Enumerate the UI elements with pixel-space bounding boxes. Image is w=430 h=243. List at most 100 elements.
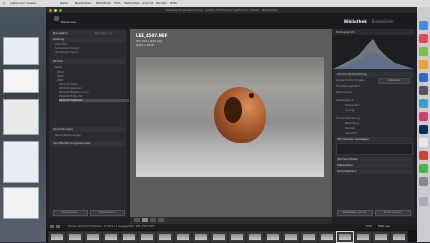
app-icon[interactable] xyxy=(419,73,428,82)
grid-icon[interactable] xyxy=(56,225,60,228)
nav-opt-1to1[interactable]: 1:1 xyxy=(108,32,112,35)
lightroom-logo-icon xyxy=(54,16,59,21)
filmstrip-thumbnail[interactable] xyxy=(264,231,282,243)
menubar-item-photo[interactable]: Foto xyxy=(114,0,120,7)
close-window-icon[interactable] xyxy=(49,8,52,12)
menubar-item-window[interactable]: Fenster xyxy=(156,0,167,7)
catalog-item[interactable]: Vorheriger Import xyxy=(55,51,125,54)
menubar-item-library[interactable]: Bibliothek xyxy=(96,0,111,7)
keyword-list-header[interactable]: Stichwortliste xyxy=(335,157,412,162)
zoom-window-icon[interactable] xyxy=(59,8,62,12)
menubar-item-file[interactable]: Datei xyxy=(60,0,68,7)
folder-item[interactable]: 2022-03 Edite 3p7 xyxy=(59,95,129,98)
filmstrip-thumbnail[interactable] xyxy=(84,231,102,243)
folder-item[interactable]: 2019 xyxy=(57,71,127,74)
collections-header[interactable]: Sammlungen xyxy=(51,127,125,132)
catalog-header[interactable]: Katalog xyxy=(51,37,125,42)
catalog-item[interactable]: Alle Fotos xyxy=(55,43,125,46)
filmstrip-thumbnail[interactable] xyxy=(156,231,174,243)
folders-header[interactable]: Ordner xyxy=(51,59,125,64)
keywording-header[interactable]: Stichwörter festlegen xyxy=(335,137,412,142)
folder-item[interactable]: 2021 xyxy=(57,79,127,82)
app-icon[interactable] xyxy=(419,34,428,43)
filmstrip-thumbnail[interactable] xyxy=(120,231,138,243)
app-icon[interactable] xyxy=(419,138,428,147)
filmstrip-thumbnail[interactable] xyxy=(138,231,156,243)
nav-opt-fit[interactable]: Einp. xyxy=(95,32,101,35)
stage-window-thumb[interactable] xyxy=(3,37,39,65)
filmstrip-thumbnail[interactable] xyxy=(282,231,300,243)
folder-item[interactable]: 2020 xyxy=(57,75,127,78)
comments-header[interactable]: Kommentare xyxy=(335,169,412,174)
folder-item[interactable]: 2022-02 Pipeline Drive xyxy=(59,91,129,94)
toolbar xyxy=(130,217,332,224)
app-icon[interactable] xyxy=(419,177,428,186)
keywording-label: Stichwörter festlegen xyxy=(337,137,370,141)
folder-item[interactable]: NASA xyxy=(55,66,125,69)
navigator-header[interactable]: Navigator xyxy=(51,31,125,36)
menubar-item-view[interactable]: Ansicht xyxy=(142,0,153,7)
folder-item[interactable]: 2022-01 Jaanborn xyxy=(59,87,129,90)
ball-small-hole xyxy=(249,93,254,98)
export-button[interactable]: Exportieren... xyxy=(90,210,125,216)
menubar-item-edit[interactable]: Bearbeiten xyxy=(75,0,91,7)
filmstrip-thumbnail[interactable] xyxy=(174,231,192,243)
minimize-window-icon[interactable] xyxy=(54,8,57,12)
stage-window-thumb[interactable] xyxy=(3,99,39,135)
catalog-item[interactable]: Schnellsammlung + xyxy=(55,47,125,50)
apple-menu-icon[interactable]:  xyxy=(3,0,5,7)
stage-window-thumb[interactable] xyxy=(3,187,39,219)
app-icon[interactable] xyxy=(419,112,428,121)
filmstrip-thumbnail[interactable] xyxy=(210,231,228,243)
qd-row: Temperatur xyxy=(345,104,360,107)
stage-window-thumb[interactable] xyxy=(3,141,39,183)
filmstrip-thumbnail[interactable] xyxy=(48,231,66,243)
quick-develop-header[interactable]: Ad-hoc-Entwicklung xyxy=(335,72,412,77)
keyword-field[interactable] xyxy=(336,143,413,155)
main-photo[interactable] xyxy=(136,57,324,177)
app-icon[interactable] xyxy=(419,86,428,95)
compare-view-icon[interactable] xyxy=(150,218,156,222)
filmstrip-thumbnail-selected[interactable] xyxy=(336,231,354,243)
filmstrip-thumbnail[interactable] xyxy=(318,231,336,243)
publish-label: Veröffentlichungsdienste xyxy=(53,141,91,145)
filmstrip-thumbnail[interactable] xyxy=(390,231,408,243)
app-icon[interactable] xyxy=(419,151,428,160)
filmstrip-thumbnail[interactable] xyxy=(102,231,120,243)
filmstrip-thumbnail[interactable] xyxy=(300,231,318,243)
filmstrip-thumbnail[interactable] xyxy=(372,231,390,243)
module-library[interactable]: Bibliothek xyxy=(344,19,367,24)
filmstrip-thumbnail[interactable] xyxy=(246,231,264,243)
filmstrip-thumbnail[interactable] xyxy=(228,231,246,243)
sync-settings-button[interactable]: Einst. synchr. xyxy=(375,210,411,216)
app-icon[interactable] xyxy=(419,164,428,173)
folder-item[interactable]: 2021-12 Fotos xyxy=(59,83,129,86)
collection-item[interactable]: Smart-Sammlungen xyxy=(55,134,125,137)
menubar-item-help[interactable]: Hilfe xyxy=(170,0,177,7)
nav-opt-fill[interactable]: Ausf. xyxy=(102,32,108,35)
stage-window-thumb[interactable] xyxy=(3,69,39,93)
grid-view-icon[interactable] xyxy=(134,218,140,222)
folders-label: Ordner xyxy=(53,59,64,63)
survey-view-icon[interactable] xyxy=(158,218,164,222)
preset-select[interactable]: Standard xyxy=(378,78,410,84)
trash-icon[interactable] xyxy=(419,197,428,206)
publish-header[interactable]: Veröffentlichungsdienste xyxy=(51,141,125,146)
navigator-zoom-options[interactable]: Einp. Ausf. 1:1 xyxy=(95,31,112,36)
lightroom-window: Katalog Photosammlung - Adobe Photoshop … xyxy=(46,7,417,243)
import-button[interactable]: Importieren... xyxy=(53,210,88,216)
filmstrip-thumbnail[interactable] xyxy=(354,231,372,243)
sync-metadata-button[interactable]: Metadaten synchr. xyxy=(337,210,373,216)
filmstrip-thumbnail[interactable] xyxy=(66,231,84,243)
app-icon[interactable] xyxy=(419,60,428,69)
metadata-header[interactable]: Metadaten xyxy=(335,163,412,168)
filmstrip-thumbnail[interactable] xyxy=(192,231,210,243)
second-window-icon[interactable] xyxy=(50,225,54,228)
module-develop[interactable]: Entwickeln xyxy=(372,19,394,24)
finder-icon[interactable] xyxy=(419,21,428,30)
menubar-app[interactable]: Lightroom Classic xyxy=(10,0,37,7)
loupe-view-icon[interactable] xyxy=(142,218,148,222)
app-icon[interactable] xyxy=(419,47,428,56)
menubar-item-metadata[interactable]: Metadaten xyxy=(124,0,140,7)
folder-item-selected[interactable]: 2022-04 Fotoboxx xyxy=(59,99,129,102)
